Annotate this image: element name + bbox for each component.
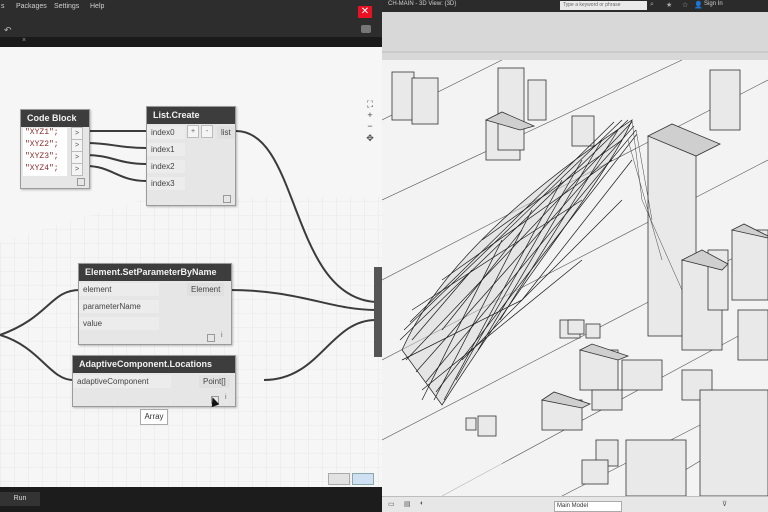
zoom-in-icon[interactable]: + <box>364 110 376 120</box>
model-selector[interactable]: Main Model <box>554 501 622 512</box>
revit-title-bar: CH-MAIN - 3D View: {3D} Type a keyword o… <box>382 0 768 12</box>
input-port-parametername[interactable]: parameterName <box>79 300 159 313</box>
wire-3 <box>85 154 147 165</box>
view-scale-icon[interactable]: ▭ <box>388 500 395 508</box>
input-port-index1[interactable]: index1 <box>147 143 185 156</box>
search-input[interactable]: Type a keyword or phrase <box>560 1 647 10</box>
wire-4 <box>85 165 147 182</box>
output-port-element[interactable]: Element <box>187 283 225 296</box>
camera-icon[interactable] <box>361 25 371 33</box>
tab-strip: × <box>0 37 382 47</box>
model-graphics <box>382 59 768 497</box>
output-port-list[interactable]: list <box>217 126 235 139</box>
code-line: "XYZ2"; <box>25 140 59 149</box>
input-port-index0[interactable]: index0 <box>147 126 185 139</box>
visual-style-icon[interactable]: ◐ <box>420 500 424 507</box>
detail-level-icon[interactable]: ▤ <box>404 500 411 508</box>
code-editor[interactable]: "XYZ1"; "XYZ2"; "XYZ3"; "XYZ4"; <box>23 128 67 176</box>
add-input-button[interactable]: + <box>187 125 199 138</box>
code-line: "XYZ1"; <box>25 128 59 137</box>
dynamo-window: s Packages Settings Help ✕ ↶ × Code Bloc… <box>0 0 382 512</box>
favorites-icon[interactable]: ☆ <box>682 1 688 9</box>
graph-view-toggle[interactable] <box>328 473 350 485</box>
binoculars-icon[interactable]: ⌕ <box>650 1 654 9</box>
menu-help[interactable]: Help <box>90 3 104 10</box>
preview-toggle-icon[interactable] <box>223 195 231 203</box>
port-tooltip: Array <box>140 409 168 425</box>
ribbon-graphics <box>382 12 768 60</box>
wire-2 <box>85 142 147 149</box>
menu-bar: s Packages Settings Help <box>0 0 382 22</box>
filter-icon[interactable]: ⊽ <box>722 500 727 508</box>
input-port-element[interactable]: element <box>79 283 159 296</box>
code-line: "XYZ3"; <box>25 152 59 161</box>
revit-3d-viewport[interactable] <box>382 59 768 497</box>
undo-icon[interactable]: ↶ <box>4 25 12 36</box>
input-port-adaptivecomponent[interactable]: adaptiveComponent <box>73 375 171 388</box>
run-button[interactable]: Run <box>0 492 40 506</box>
menu-packages[interactable]: Packages <box>16 3 47 10</box>
node-title: Element.SetParameterByName <box>79 264 231 281</box>
zoom-fit-icon[interactable]: ⛶ <box>364 99 376 109</box>
input-port-index3[interactable]: index3 <box>147 177 185 190</box>
revit-window: CH-MAIN - 3D View: {3D} Type a keyword o… <box>382 0 768 512</box>
remove-input-button[interactable]: - <box>201 125 213 138</box>
menu-file-truncated[interactable]: s <box>1 3 5 10</box>
input-port-index2[interactable]: index2 <box>147 160 185 173</box>
close-icon[interactable]: ✕ <box>358 6 372 18</box>
info-icon[interactable]: i <box>221 332 223 339</box>
output-port-points[interactable]: Point[] <box>199 375 230 388</box>
tab-close-icon[interactable]: × <box>22 37 26 44</box>
sign-in-link[interactable]: Sign In <box>704 1 723 7</box>
node-title: List.Create <box>147 107 235 124</box>
revit-ribbon <box>382 12 768 61</box>
revit-status-bar: ▭ ▤ ◐ Main Model ⊽ <box>382 496 768 512</box>
preview-toggle-icon[interactable] <box>207 334 215 342</box>
set-parameter-node[interactable]: Element.SetParameterByName element param… <box>78 263 232 345</box>
zoom-out-icon[interactable]: − <box>364 121 376 131</box>
node-title: AdaptiveComponent.Locations <box>73 356 235 373</box>
menu-settings[interactable]: Settings <box>54 3 79 10</box>
pan-icon[interactable]: ✥ <box>364 133 376 143</box>
output-port-4[interactable]: > <box>71 163 83 176</box>
node-canvas[interactable]: Code Block "XYZ1"; "XYZ2"; "XYZ3"; "XYZ4… <box>0 47 382 487</box>
info-icon[interactable]: i <box>225 394 227 401</box>
bottom-bar <box>0 487 382 512</box>
node-title: Code Block <box>21 110 89 127</box>
revit-window-title: CH-MAIN - 3D View: {3D} <box>388 1 457 7</box>
preview-toggle-icon[interactable] <box>77 178 85 186</box>
list-create-node[interactable]: List.Create index0 index1 index2 index3 … <box>146 106 236 206</box>
code-line: "XYZ4"; <box>25 164 59 173</box>
code-block-node[interactable]: Code Block "XYZ1"; "XYZ2"; "XYZ3"; "XYZ4… <box>20 109 90 189</box>
subscription-icon[interactable]: ★ <box>666 1 672 9</box>
input-port-value[interactable]: value <box>79 317 159 330</box>
user-icon[interactable]: 👤 <box>694 1 703 9</box>
background-preview-toggle[interactable] <box>352 473 374 485</box>
